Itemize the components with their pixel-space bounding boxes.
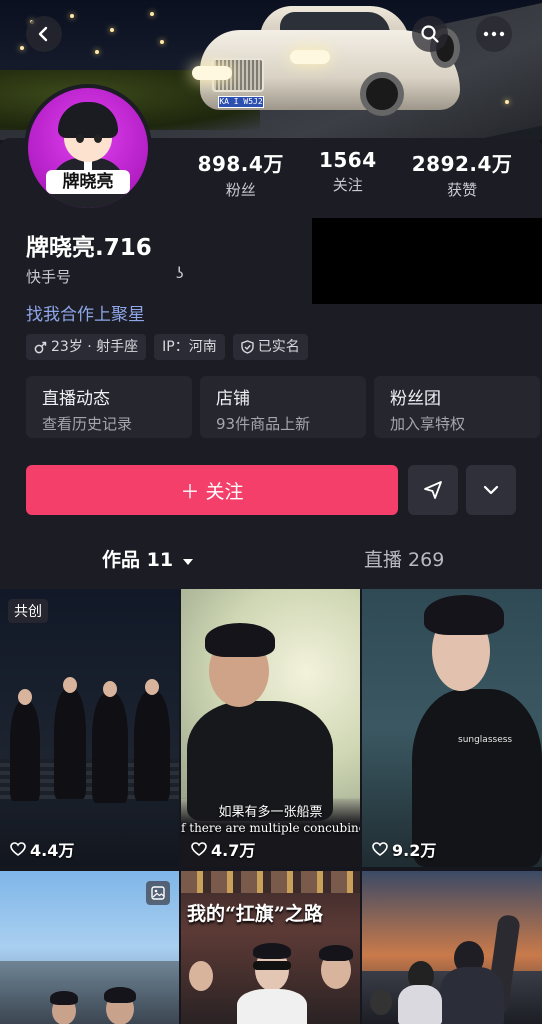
heart-icon — [372, 842, 388, 856]
shield-icon — [241, 340, 254, 354]
works-grid: 共创 4.4万 如果有多一张船票 f there are multiple co… — [0, 589, 542, 1024]
chevron-left-icon — [38, 26, 48, 42]
stat-likes-label: 获赞 — [447, 181, 478, 199]
heart-icon — [10, 842, 26, 856]
stat-following-value: 1564 — [318, 148, 377, 172]
tile-caption-cn: 如果有多一张船票 — [218, 805, 323, 820]
caret-down-icon — [182, 559, 193, 565]
tile-likes: 4.7万 — [191, 837, 255, 861]
video-tile[interactable]: sunglassess 9.2万 — [362, 589, 542, 867]
stat-likes[interactable]: 2892.4万 获赞 — [412, 148, 513, 200]
video-tile[interactable] — [362, 871, 542, 1024]
male-icon — [34, 341, 47, 353]
card-fan-group-title: 粉丝团 — [390, 389, 441, 409]
stat-following[interactable]: 1564 关注 — [319, 148, 377, 200]
card-shop[interactable]: 店铺 93件商品上新 — [200, 376, 366, 438]
card-fan-group-subtitle: 加入享特权 — [390, 415, 466, 433]
cooperation-link[interactable]: 找我合作上聚星 — [26, 300, 145, 325]
video-tile[interactable]: 如果有多一张船票 f there are multiple concubine … — [181, 589, 360, 867]
tab-works-label: 作品 11 — [102, 549, 174, 571]
tab-works[interactable]: 作品 11 — [102, 545, 194, 572]
card-shop-title: 店铺 — [216, 389, 250, 409]
back-button[interactable] — [26, 16, 62, 52]
follow-button-label: ＋ 关注 — [180, 480, 244, 503]
redaction-block — [312, 218, 542, 304]
send-icon — [424, 481, 442, 499]
stat-fans[interactable]: 898.4万 粉丝 — [198, 148, 284, 200]
content-tabs: 作品 11 直播 269 — [0, 545, 542, 585]
tile-title-text: 我的“扛旗”之路 — [187, 903, 323, 925]
stat-fans-value: 898.4万 — [197, 152, 284, 176]
more-button[interactable] — [476, 16, 512, 52]
kuaishou-id-value: ʖ — [176, 264, 184, 282]
card-fan-group[interactable]: 粉丝团 加入享特权 — [374, 376, 540, 438]
stat-following-label: 关注 — [332, 176, 363, 194]
tile-caption-en: f there are multiple concubine — [181, 821, 360, 835]
tile-likes-count: 4.7万 — [211, 841, 256, 860]
tile-likes: 4.4万 — [10, 837, 74, 861]
follow-button[interactable]: ＋ 关注 — [26, 465, 398, 515]
tile-likes: 9.2万 — [372, 837, 436, 861]
profile-tags: 23岁 · 射手座 IP：河南 已实名 — [26, 334, 308, 360]
ip-tag-text: IP：河南 — [162, 339, 217, 355]
tile-image-badge — [146, 881, 170, 905]
search-button[interactable] — [412, 16, 448, 52]
card-shop-subtitle: 93件商品上新 — [216, 415, 311, 433]
video-tile[interactable]: 我的“扛旗”之路 — [181, 871, 360, 1024]
card-live-history[interactable]: 直播动态 查看历史记录 — [26, 376, 192, 438]
search-icon — [421, 25, 439, 43]
expand-button[interactable] — [466, 465, 516, 515]
card-live-history-subtitle: 查看历史记录 — [42, 415, 133, 433]
age-tag-text: 23岁 · 射手座 — [51, 339, 139, 355]
verified-tag-text: 已实名 — [257, 339, 300, 355]
feature-cards: 直播动态 查看历史记录 店铺 93件商品上新 粉丝团 加入享特权 — [26, 376, 540, 438]
stat-likes-value: 2892.4万 — [411, 152, 513, 176]
avatar[interactable]: 牌晓亮 — [24, 84, 152, 212]
video-tile[interactable] — [0, 871, 179, 1024]
stat-fans-label: 粉丝 — [225, 181, 256, 199]
kuaishou-id-label: 快手号 — [26, 268, 72, 286]
car-plate: KA I W5J2 — [218, 96, 264, 108]
tile-likes-count: 9.2万 — [392, 841, 437, 860]
ip-tag: IP：河南 — [154, 334, 225, 360]
collab-badge: 共创 — [8, 599, 48, 623]
avatar-name-text: 牌晓亮 — [46, 170, 130, 194]
tile-likes-count: 4.4万 — [30, 841, 75, 860]
username: 牌晓亮.716 — [26, 235, 152, 261]
image-icon — [151, 886, 165, 900]
more-dots-icon — [483, 31, 505, 37]
video-tile[interactable]: 共创 4.4万 — [0, 589, 179, 867]
age-tag: 23岁 · 射手座 — [26, 334, 147, 360]
heart-icon — [191, 842, 207, 856]
share-button[interactable] — [408, 465, 458, 515]
chevron-down-icon — [483, 485, 499, 495]
tile-overlay-text: sunglassess — [458, 735, 513, 745]
verified-tag: 已实名 — [232, 334, 308, 360]
card-live-history-title: 直播动态 — [42, 389, 110, 409]
profile-stats: 898.4万 粉丝 1564 关注 2892.4万 获赞 — [180, 148, 530, 200]
tab-live[interactable]: 直播 269 — [364, 545, 444, 572]
